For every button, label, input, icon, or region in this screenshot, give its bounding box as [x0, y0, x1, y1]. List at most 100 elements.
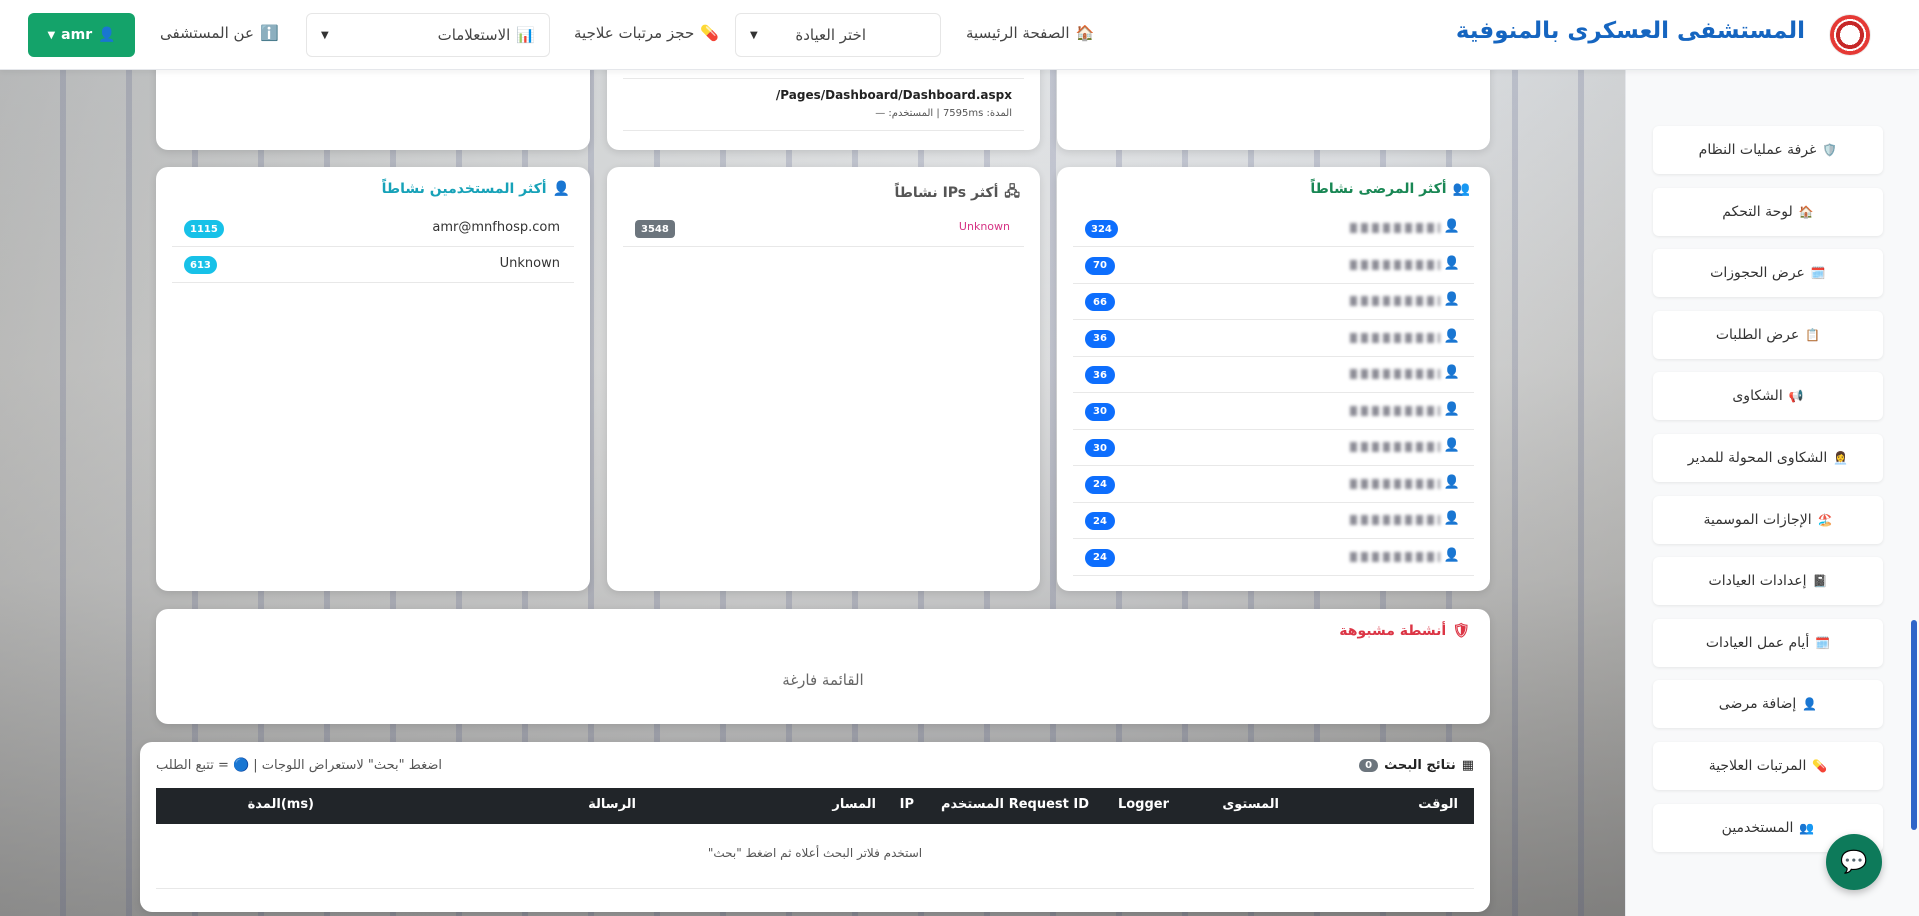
redacted-patient-name [1350, 442, 1440, 452]
card-active-ips: 🖧 أكثر IPs نشاطاً Unknown 3548 [607, 167, 1040, 591]
shield-icon: 🛡 [1452, 623, 1470, 639]
clinic-select-value: اختر العيادة [795, 26, 866, 44]
count-badge: 3548 [635, 220, 675, 238]
ip-address: Unknown [958, 220, 1010, 233]
person-icon: 👤 [1443, 511, 1460, 526]
col-logger[interactable]: Logger [1118, 797, 1169, 812]
redacted-patient-name [1350, 405, 1440, 416]
card-active-patients: 👥 أكثر المرضى نشاطاً 👤 324 👤 70 👤 66 👤 36 👤 36 👤 30… [1057, 167, 1490, 591]
table-row: 👤 36 [1073, 321, 1474, 357]
sidebar-item-system-ops[interactable]: 🛡️ غرفة عمليات النظام [1653, 126, 1883, 174]
sidebar-item-icon: 👥 [1799, 820, 1815, 835]
sidebar-item-icon: 📓 [1812, 574, 1828, 589]
sidebar-item-add-patients[interactable]: 👤 إضافة مرضى [1653, 680, 1883, 729]
person-icon: 👤 [1443, 474, 1460, 490]
table-row: amr@mnfhosp.com 1115 [172, 211, 574, 247]
card-active-users: 👤 أكثر المستخدمين نشاطاً amr@mnfhosp.com… [156, 167, 590, 591]
user-menu-button[interactable]: ▼ amr 👤 [28, 13, 135, 57]
person-icon: 👤 [1443, 365, 1460, 380]
sidebar-item-forwarded-complaints[interactable]: 👩‍💼 الشكاوى المحولة للمدير [1653, 434, 1883, 482]
results-title: ▦ نتائج البحث 0 [1359, 758, 1474, 773]
count-badge: 30 [1085, 402, 1115, 421]
redacted-patient-name [1350, 551, 1440, 562]
redacted-patient-name [1350, 478, 1440, 489]
nav-home-label: الصفحة الرئيسية [966, 24, 1070, 42]
sidebar-item-bookings[interactable]: 🗓️ عرض الحجوزات [1653, 249, 1883, 298]
sidebar-item-requests[interactable]: 📋 عرض الطلبات [1653, 310, 1883, 359]
col-duration[interactable]: المدة(ms) [248, 797, 314, 812]
sidebar-item-clinic-settings[interactable]: 📓 إعدادات العيادات [1653, 557, 1883, 606]
sidebar-item-clinic-workdays[interactable]: 🗓️ أيام عمل العيادات [1653, 618, 1883, 667]
brand-title[interactable]: المستشفى العسكرى بالمنوفية [1456, 18, 1805, 44]
chat-button[interactable]: 💬 [1826, 834, 1882, 890]
sidebar-item-complaints[interactable]: 📢 الشكاوى [1653, 372, 1883, 421]
user-icon: 👤 [98, 27, 116, 43]
col-level[interactable]: المستوى [1222, 797, 1279, 812]
info-icon: ℹ️ [259, 24, 279, 42]
active-patients-title: 👥 أكثر المرضى نشاطاً [1310, 181, 1470, 197]
count-badge: 36 [1085, 366, 1115, 384]
clinic-select[interactable]: ▼ اختر العيادة [735, 13, 941, 57]
sidebar-item-label: المرتبات العلاجية [1708, 758, 1807, 774]
count-badge: 70 [1085, 256, 1115, 275]
sidebar-item-icon: 👤 [1802, 697, 1818, 712]
table-row: 👤 24 [1073, 540, 1474, 576]
sidebar-item-icon: 🛡️ [1822, 143, 1838, 157]
user-icon: 👤 [552, 181, 570, 197]
sidebar-item-icon: 🗓️ [1815, 635, 1831, 650]
sidebar-item-label: الشكاوى المحولة للمدير [1687, 450, 1828, 466]
table-row: Unknown 3548 [623, 211, 1024, 247]
table-row: 👤 30 [1073, 430, 1474, 466]
col-user[interactable]: المستخدم [941, 797, 1004, 812]
sidebar-item-icon: 👩‍💼 [1833, 451, 1849, 465]
table-row: 👤 36 [1073, 357, 1474, 393]
chevron-down-icon: ▼ [750, 29, 758, 41]
col-message[interactable]: الرسالة [588, 797, 636, 812]
recent-request-meta: المدة: 7595ms | المستخدم: — [875, 108, 1012, 119]
count-badge: 36 [1085, 329, 1115, 348]
chat-bubble-icon: 💬 [1840, 849, 1868, 875]
person-icon: 👤 [1443, 547, 1460, 563]
hospital-logo[interactable] [1829, 14, 1871, 56]
table-row: 👤 66 [1073, 284, 1474, 320]
nav-home[interactable]: الصفحة الرئيسية 🏠 [966, 24, 1094, 42]
active-users-title: 👤 أكثر المستخدمين نشاطاً [381, 181, 570, 197]
table-row: 👤 24 [1073, 467, 1474, 503]
col-request-id[interactable]: Request ID [1009, 797, 1089, 812]
user-email: amr@mnfhosp.com [432, 220, 560, 235]
network-icon: 🖧 [1004, 184, 1020, 200]
results-empty: استخدم فلاتر البحث أعلاه ثم اضغط "بحث" [707, 846, 923, 860]
sidebar-item-label: عرض الطلبات [1715, 326, 1800, 343]
count-badge: 30 [1085, 439, 1115, 457]
person-icon: 👤 [1443, 219, 1460, 234]
nav-about[interactable]: عن المستشفى ℹ️ [160, 24, 279, 42]
table-row: 👤 324 [1073, 211, 1474, 247]
sidebar-item-icon: 🏖️ [1817, 512, 1833, 527]
count-badge: 24 [1085, 475, 1115, 494]
person-icon: 👤 [1443, 292, 1460, 307]
nav-inquiries-dropdown[interactable]: ▼ الاستعلامات 📊 [306, 13, 550, 57]
sidebar-scrollbar[interactable] [1911, 620, 1917, 830]
card-suspicious: 🛡 أنشطة مشبوهة القائمة فارغة [156, 609, 1490, 724]
person-icon: 👤 [1443, 401, 1460, 417]
sidebar-item-icon: 🏠 [1798, 204, 1814, 219]
count-badge: 613 [184, 256, 217, 274]
sidebar-item-label: لوحة التحكم [1722, 203, 1793, 220]
user-email: Unknown [499, 256, 560, 271]
nav-inquiries-label: الاستعلامات [437, 26, 511, 44]
redacted-patient-name [1350, 296, 1440, 306]
redacted-patient-name [1350, 332, 1440, 343]
col-path[interactable]: المسار [832, 797, 876, 812]
nav-book[interactable]: حجز مرتبات علاجية 💊 [574, 24, 719, 42]
sidebar-item-label: الإجازات الموسمية [1703, 511, 1812, 528]
nav-book-label: حجز مرتبات علاجية [574, 24, 695, 42]
sidebar-item-treatment-salaries[interactable]: 💊 المرتبات العلاجية [1653, 742, 1883, 790]
col-ip[interactable]: IP [900, 797, 914, 812]
col-time[interactable]: الوقت [1418, 797, 1458, 812]
count-badge: 324 [1085, 220, 1118, 238]
sidebar-item-seasonal-leave[interactable]: 🏖️ الإجازات الموسمية [1653, 495, 1883, 544]
sidebar-item-label: غرفة عمليات النظام [1698, 142, 1817, 158]
sidebar-item-dashboard[interactable]: 🏠 لوحة التحكم [1653, 187, 1883, 236]
recent-request-path: /Pages/Dashboard/Dashboard.aspx [775, 88, 1012, 102]
sidebar-item-label: المستخدمين [1721, 819, 1794, 836]
